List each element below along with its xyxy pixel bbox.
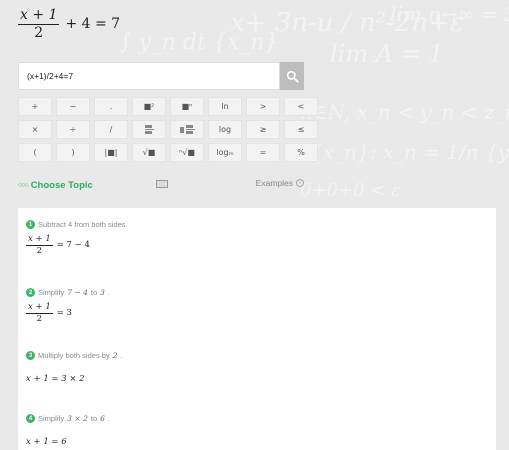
- step-math: 6: [100, 414, 105, 423]
- choose-topic-label: Choose Topic: [30, 179, 93, 191]
- key-greater[interactable]: >: [246, 97, 280, 116]
- step-equation: x + 1 = 6: [26, 437, 488, 447]
- step-math: 7 − 4: [67, 288, 88, 297]
- step-fraction: x + 1 2: [26, 235, 53, 256]
- equation-text: x + 1 = 6: [26, 437, 67, 447]
- key-open-paren[interactable]: (: [18, 143, 52, 162]
- fraction-denominator: 2: [36, 245, 43, 256]
- keyboard-icon[interactable]: [156, 180, 168, 188]
- fraction-icon: [144, 125, 154, 134]
- examples-button[interactable]: Examples i: [256, 178, 304, 188]
- step-fraction: x + 1 2: [26, 303, 53, 324]
- search-input[interactable]: (x+1)/2+4=7: [18, 62, 280, 90]
- key-equals[interactable]: =: [246, 143, 280, 162]
- key-times[interactable]: ×: [18, 120, 52, 139]
- step-text: Simplify: [38, 288, 65, 297]
- key-ln[interactable]: ln: [208, 97, 242, 116]
- header-fraction: x + 1 2: [18, 7, 60, 41]
- step-text: .: [107, 414, 111, 423]
- topic-row: ○○○ Choose Topic Examples i: [18, 178, 304, 192]
- fraction-numerator: x + 1: [26, 302, 53, 314]
- equation-rest: = 3: [56, 308, 72, 319]
- solution-step-2: 2 Simplify 7 − 4 to 3. x + 1 2 = 3: [26, 288, 488, 351]
- key-mixed-fraction[interactable]: [170, 120, 204, 139]
- equation-text: x + 1 = 3 × 2: [26, 374, 85, 384]
- step-math: 2: [112, 351, 118, 360]
- key-log[interactable]: log: [208, 120, 242, 139]
- solution-step-3: 3 Multiply both sides by 2. x + 1 = 3 × …: [26, 351, 488, 414]
- dots-icon: ○○○: [18, 181, 29, 189]
- search-bar: (x+1)/2+4=7: [18, 62, 304, 90]
- header-denominator: 2: [34, 24, 44, 41]
- equation-rest: = 7 − 4: [56, 240, 90, 251]
- key-slash[interactable]: /: [94, 120, 128, 139]
- key-nth-root[interactable]: ⁿ√■: [170, 143, 204, 162]
- step-text: .: [107, 288, 111, 297]
- step-equation: x + 1 = 3 × 2: [26, 374, 488, 384]
- step-number-badge: 2: [26, 288, 35, 297]
- key-less[interactable]: <: [284, 97, 318, 116]
- step-number-badge: 4: [26, 414, 35, 423]
- step-text: .: [120, 351, 123, 360]
- step-math: 3 × 2: [67, 414, 88, 423]
- step-number-badge: 3: [26, 351, 35, 360]
- step-description: 2 Simplify 7 − 4 to 3.: [26, 288, 488, 297]
- step-text: Subtract 4 from both sides.: [38, 220, 128, 229]
- solution-step-1: 1 Subtract 4 from both sides. x + 1 2 = …: [26, 220, 488, 288]
- fraction-denominator: 2: [36, 313, 43, 324]
- key-fraction[interactable]: [132, 120, 166, 139]
- key-power[interactable]: ■ⁿ: [170, 97, 204, 116]
- key-greater-equal[interactable]: ≥: [246, 120, 280, 139]
- step-description: 3 Multiply both sides by 2.: [26, 351, 488, 360]
- step-number-badge: 1: [26, 220, 35, 229]
- mixed-fraction-icon: [179, 125, 195, 134]
- key-abs[interactable]: |■|: [94, 143, 128, 162]
- key-percent[interactable]: %: [284, 143, 318, 162]
- solution-step-4: 4 Simplify 3 × 2 to 6. x + 1 = 6: [26, 414, 488, 447]
- header-numerator: x + 1: [18, 7, 60, 25]
- search-icon: [286, 70, 299, 83]
- step-text: Simplify: [38, 414, 65, 423]
- math-keypad: + − . ■² ■ⁿ ln > < × ÷ / log ≥ ≤ ( ) |■|…: [18, 97, 318, 162]
- key-sqrt[interactable]: √■: [132, 143, 166, 162]
- key-minus[interactable]: −: [56, 97, 90, 116]
- step-equation: x + 1 2 = 7 − 4: [26, 235, 488, 256]
- header-rest: + 4 = 7: [65, 16, 121, 33]
- solution-panel: 1 Subtract 4 from both sides. x + 1 2 = …: [18, 208, 496, 450]
- step-description: 4 Simplify 3 × 2 to 6.: [26, 414, 488, 423]
- key-plus[interactable]: +: [18, 97, 52, 116]
- key-divide[interactable]: ÷: [56, 120, 90, 139]
- step-math: 3: [100, 288, 105, 297]
- examples-label: Examples: [255, 178, 293, 188]
- key-close-paren[interactable]: ): [56, 143, 90, 162]
- step-text: to: [90, 414, 98, 423]
- step-text: to: [90, 288, 98, 297]
- choose-topic-button[interactable]: ○○○ Choose Topic: [18, 180, 93, 191]
- key-square[interactable]: ■²: [132, 97, 166, 116]
- fraction-numerator: x + 1: [26, 234, 53, 246]
- step-description: 1 Subtract 4 from both sides.: [26, 220, 488, 229]
- key-decimal[interactable]: .: [94, 97, 128, 116]
- equation-header: x + 1 2 + 4 = 7: [18, 8, 120, 40]
- info-icon: i: [296, 179, 304, 187]
- search-button[interactable]: [280, 62, 304, 90]
- step-equation: x + 1 2 = 3: [26, 303, 488, 324]
- step-text: Multiply both sides by: [38, 351, 110, 360]
- key-less-equal[interactable]: ≤: [284, 120, 318, 139]
- key-log-base[interactable]: logₘ: [208, 143, 242, 162]
